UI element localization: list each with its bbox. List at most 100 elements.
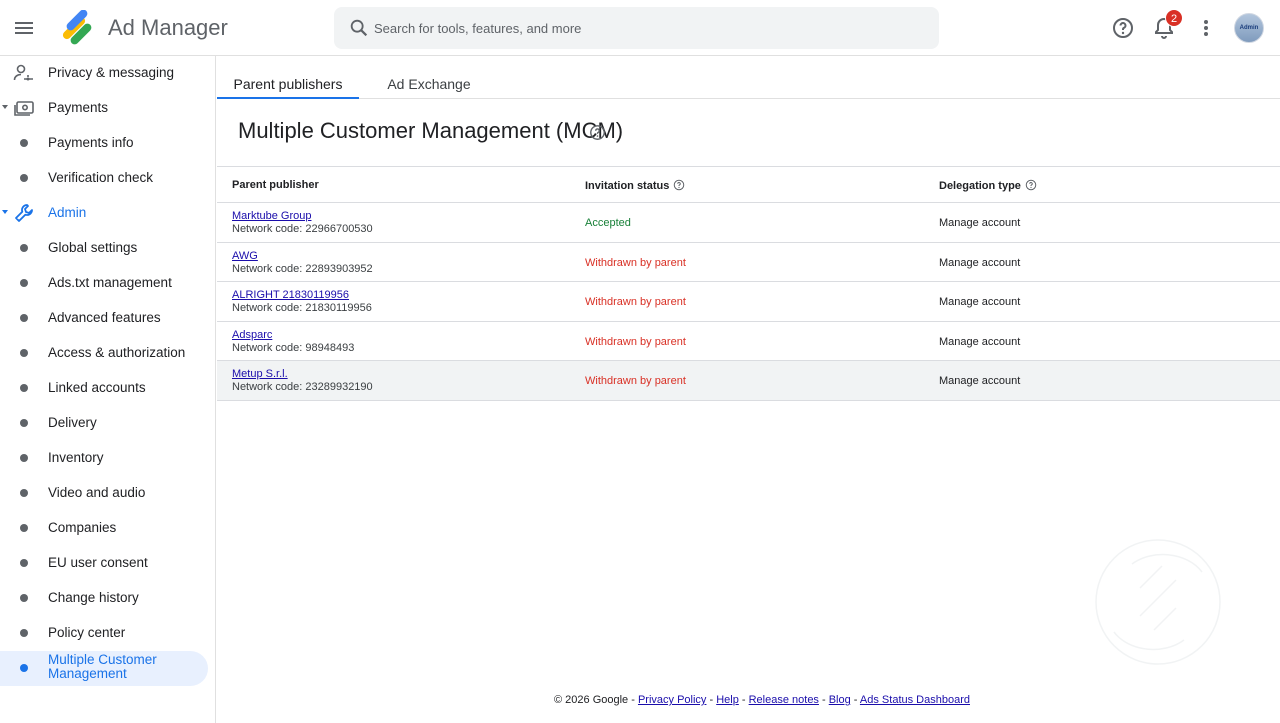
search-icon: [350, 19, 368, 37]
sidebar-item-label: Payments: [48, 100, 109, 115]
tab-label: Ad Exchange: [387, 76, 471, 92]
footer-separator: -: [850, 694, 860, 706]
footer-link-privacy[interactable]: Privacy Policy: [638, 694, 706, 706]
sidebar-item-label: Policy center: [48, 625, 126, 640]
sidebar-item-label: Payments info: [48, 135, 134, 150]
status-text: Withdrawn by parent: [585, 335, 686, 348]
delegation-text: Manage account: [939, 335, 1021, 348]
sidebar-item-companies[interactable]: Companies: [0, 511, 216, 546]
sidebar-item-delivery[interactable]: Delivery: [0, 406, 216, 441]
delegation-text: Manage account: [939, 217, 1021, 229]
sidebar-item-inventory[interactable]: Inventory: [0, 441, 216, 476]
sidebar-item-verification-check[interactable]: Verification check: [0, 161, 216, 196]
caret-down-icon[interactable]: [2, 210, 8, 214]
mcm-table: Parent publisher Invitation status Deleg…: [217, 166, 1280, 401]
column-header-delegation-type[interactable]: Delegation type: [939, 179, 1037, 192]
footer-separator: -: [706, 694, 717, 706]
bullet-icon: [20, 279, 28, 287]
network-code: Network code: 23289932190: [232, 381, 373, 393]
status-text: Withdrawn by parent: [585, 375, 686, 387]
tab-ad-exchange[interactable]: Ad Exchange: [377, 56, 481, 99]
table-row[interactable]: ALRIGHT 21830119956 Network code: 218301…: [217, 282, 1280, 322]
status-text: Withdrawn by parent: [585, 256, 686, 269]
sidebar-item-ads-txt[interactable]: Ads.txt management: [0, 266, 216, 301]
publisher-link[interactable]: Adsparc: [232, 329, 272, 341]
sidebar-item-video-audio[interactable]: Video and audio: [0, 476, 216, 511]
avatar[interactable]: Admin: [1234, 13, 1264, 43]
bullet-icon: [20, 559, 28, 567]
search-input[interactable]: [374, 7, 924, 49]
sidebar-item-label: Video and audio: [48, 485, 146, 500]
sidebar-item-privacy[interactable]: Privacy & messaging: [0, 56, 216, 91]
bullet-icon: [20, 349, 28, 357]
table-header: Parent publisher Invitation status Deleg…: [217, 167, 1280, 203]
sidebar-item-label: Inventory: [48, 450, 104, 465]
sidebar-item-admin[interactable]: Admin: [0, 196, 216, 231]
caret-down-icon[interactable]: [2, 105, 8, 109]
network-code: Network code: 22966700530: [232, 223, 373, 235]
admin-wrench-icon: [15, 204, 33, 222]
bullet-icon: [20, 489, 28, 497]
sidebar-item-label: Global settings: [48, 240, 138, 255]
sidebar: Privacy & messaging Payments Payments in…: [0, 56, 216, 723]
search-bar[interactable]: [334, 7, 939, 49]
sidebar-item-global-settings[interactable]: Global settings: [0, 231, 216, 266]
help-icon[interactable]: [1025, 179, 1037, 191]
bullet-icon: [20, 419, 28, 427]
network-code: Network code: 21830119956: [232, 302, 372, 314]
watermark-logo: [1095, 539, 1221, 665]
publisher-link[interactable]: Marktube Group: [232, 210, 311, 222]
sidebar-item-label: Verification check: [48, 170, 154, 185]
app-title: Ad Manager: [108, 15, 228, 40]
column-header-parent-publisher[interactable]: Parent publisher: [232, 179, 319, 191]
help-icon[interactable]: [673, 179, 685, 191]
footer: © 2026 Google - Privacy Policy - Help - …: [554, 694, 970, 706]
network-code: Network code: 22893903952: [232, 262, 373, 275]
table-row[interactable]: Marktube Group Network code: 22966700530…: [217, 203, 1280, 243]
column-header-invitation-status[interactable]: Invitation status: [585, 179, 685, 192]
bullet-icon: [20, 384, 28, 392]
more-vert-icon[interactable]: [1196, 16, 1216, 40]
top-bar: Ad Manager 2 Admin: [0, 0, 1280, 56]
sidebar-item-payments-info[interactable]: Payments info: [0, 126, 216, 161]
sidebar-item-label: Multiple Customer Management: [48, 652, 157, 681]
sidebar-item-label: Access & authorization: [48, 345, 186, 360]
footer-link-ads-status[interactable]: Ads Status Dashboard: [860, 694, 970, 706]
publisher-link[interactable]: AWG: [232, 250, 258, 262]
tab-parent-publishers[interactable]: Parent publishers: [217, 56, 359, 99]
sidebar-item-label: Ads.txt management: [48, 275, 172, 290]
delegation-text: Manage account: [939, 375, 1021, 387]
bullet-icon: [20, 454, 28, 462]
footer-link-release-notes[interactable]: Release notes: [749, 694, 819, 706]
publisher-link[interactable]: Metup S.r.l.: [232, 368, 288, 380]
bullet-icon: [20, 629, 28, 637]
footer-separator: -: [628, 694, 638, 706]
help-icon[interactable]: [589, 124, 606, 141]
help-icon[interactable]: [1111, 16, 1135, 40]
sidebar-item-linked-accounts[interactable]: Linked accounts: [0, 371, 216, 406]
sidebar-item-label: Admin: [48, 205, 87, 220]
publisher-link[interactable]: ALRIGHT 21830119956: [232, 289, 349, 301]
column-header-label: Delegation type: [939, 180, 1021, 192]
sidebar-item-access-authorization[interactable]: Access & authorization: [0, 336, 216, 371]
sidebar-item-change-history[interactable]: Change history: [0, 581, 216, 616]
sidebar-item-eu-consent[interactable]: EU user consent: [0, 546, 216, 581]
network-code: Network code: 98948493: [232, 341, 355, 354]
menu-icon[interactable]: [12, 16, 36, 40]
tab-bar: Parent publishers Ad Exchange: [217, 56, 1280, 99]
bullet-icon: [20, 594, 28, 602]
bullet-icon: [20, 314, 28, 322]
footer-link-help[interactable]: Help: [716, 694, 739, 706]
footer-link-blog[interactable]: Blog: [829, 694, 851, 706]
sidebar-item-mcm[interactable]: Multiple Customer Management: [0, 651, 208, 686]
sidebar-item-label: Advanced features: [48, 310, 161, 325]
table-row[interactable]: Adsparc Network code: 98948493 Withdrawn…: [217, 321, 1280, 361]
table-row[interactable]: AWG Network code: 22893903952 Withdrawn …: [217, 242, 1280, 282]
sidebar-item-advanced-features[interactable]: Advanced features: [0, 301, 216, 336]
column-header-label: Parent publisher: [232, 179, 319, 191]
sidebar-item-policy-center[interactable]: Policy center: [0, 616, 216, 651]
sidebar-item-payments[interactable]: Payments: [0, 91, 216, 126]
bullet-icon: [20, 139, 28, 147]
table-row[interactable]: Metup S.r.l. Network code: 23289932190 W…: [217, 361, 1280, 401]
bullet-icon: [20, 664, 28, 672]
